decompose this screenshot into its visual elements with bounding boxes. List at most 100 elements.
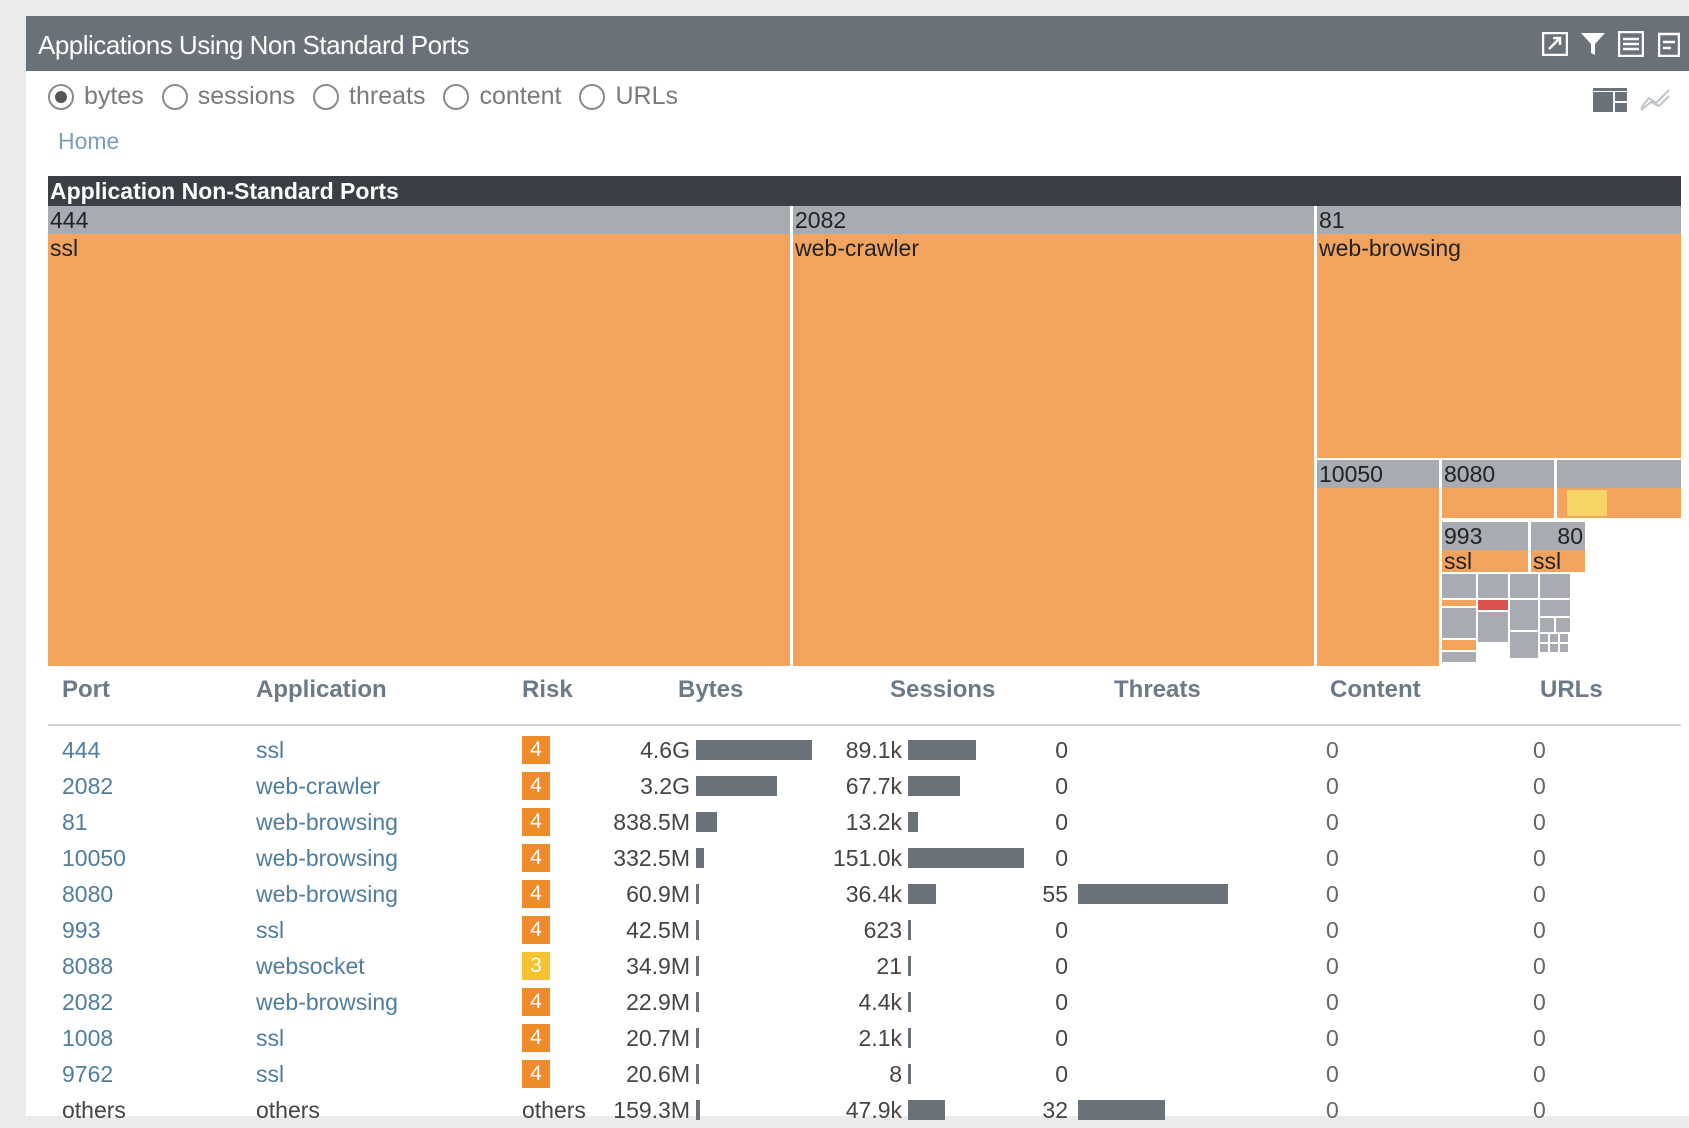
export-icon[interactable] [1655,30,1683,58]
column-header-bytes[interactable]: Bytes [678,676,743,704]
risk-badge: 4 [522,988,550,1016]
table-row[interactable]: 2082 web-browsing 4 22.9M 4.4k 0 0 0 [48,984,1681,1020]
sessions-value: 67.7k [845,773,902,799]
table-row[interactable]: 8088 websocket 3 34.9M 21 0 0 0 [48,948,1681,984]
sessions-bar [908,812,919,832]
port-link[interactable]: 10050 [62,840,126,876]
application-link[interactable]: ssl [256,732,284,768]
treemap-app-80-ssl[interactable]: ssl [1531,550,1585,572]
table-row[interactable]: 81 web-browsing 4 838.5M 13.2k 0 0 0 [48,804,1681,840]
column-header-threats[interactable]: Threats [1114,676,1201,704]
content-value: 0 [1326,1097,1339,1123]
port-link[interactable]: 8088 [62,948,113,984]
risk-badge: 4 [522,916,550,944]
table-row[interactable]: 8080 web-browsing 4 60.9M 36.4k 55 0 0 [48,876,1681,912]
port-link[interactable]: 81 [62,804,88,840]
table-row[interactable]: others others others 159.3M 47.9k 32 0 0 [48,1092,1681,1128]
application-link[interactable]: web-browsing [256,876,398,912]
treemap-app-web-crawler[interactable]: web-crawler [793,234,1314,666]
radio-threats[interactable]: threats [313,82,425,111]
treemap-port-8080[interactable]: 8080 [1442,460,1554,488]
treemap-view-icon[interactable] [1593,88,1627,117]
sessions-bar [908,848,1024,868]
radio-button-icon[interactable] [579,83,606,110]
bytes-bar [696,956,699,976]
column-header-sessions[interactable]: Sessions [890,676,995,704]
treemap-app-small-yellow[interactable] [1567,490,1607,516]
application-link[interactable]: web-crawler [256,768,380,804]
application-link[interactable]: websocket [256,948,365,984]
threats-value: 32 [1042,1097,1068,1123]
radio-label: URLs [615,82,678,110]
table-row[interactable]: 2082 web-crawler 4 3.2G 67.7k 0 0 0 [48,768,1681,804]
radio-bytes[interactable]: bytes [48,82,144,111]
threats-bar [1078,884,1228,904]
treemap-app-993-ssl[interactable]: ssl [1442,550,1528,572]
filter-icon[interactable] [1579,30,1607,58]
treemap-chart: Application Non-Standard Ports 444 ssl 2… [48,176,1681,666]
radio-sessions[interactable]: sessions [161,82,295,111]
header-divider [48,724,1681,726]
application-link[interactable]: ssl [256,1020,284,1056]
urls-value: 0 [1533,809,1546,835]
treemap-port-444[interactable]: 444 [48,206,790,234]
column-header-port[interactable]: Port [62,676,110,704]
metric-radio-group: bytes sessions threats content URLs [48,82,696,111]
expand-icon[interactable] [1541,30,1569,58]
column-header-content[interactable]: Content [1330,676,1421,704]
line-chart-view-icon[interactable] [1639,88,1671,117]
treemap-port-small[interactable] [1557,460,1681,488]
treemap-port-993[interactable]: 993 [1442,522,1528,550]
application-link[interactable]: ssl [256,912,284,948]
radio-content[interactable]: content [443,82,561,111]
radio-button-icon[interactable] [313,83,340,110]
application-link[interactable]: web-browsing [256,840,398,876]
sessions-bar [908,884,936,904]
table-row[interactable]: 444 ssl 4 4.6G 89.1k 0 0 0 [48,732,1681,768]
radio-urls[interactable]: URLs [579,82,678,111]
bytes-value: 22.9M [626,989,690,1015]
treemap-port-80[interactable]: 80 [1531,522,1585,550]
column-header-urls[interactable]: URLs [1540,676,1603,704]
radio-button-icon[interactable] [161,83,188,110]
breadcrumb-home[interactable]: Home [58,128,119,155]
radio-label: threats [349,82,426,110]
port-link[interactable]: 8080 [62,876,113,912]
threats-value: 0 [1055,989,1068,1015]
treemap-port-81[interactable]: 81 [1317,206,1681,234]
treemap-port-10050[interactable]: 10050 [1317,460,1439,488]
port-link[interactable]: 9762 [62,1056,113,1092]
table-row[interactable]: 9762 ssl 4 20.6M 8 0 0 0 [48,1056,1681,1092]
table-row[interactable]: 993 ssl 4 42.5M 623 0 0 0 [48,912,1681,948]
application-link[interactable]: web-browsing [256,804,398,840]
application-link[interactable]: ssl [256,1056,284,1092]
port-link[interactable]: 2082 [62,768,113,804]
port-link[interactable]: 2082 [62,984,113,1020]
risk-badge: 4 [522,808,550,836]
content-value: 0 [1326,773,1339,799]
list-icon[interactable] [1617,30,1645,58]
risk-badge: 3 [522,952,550,980]
sessions-bar [908,740,977,760]
port-link[interactable]: 1008 [62,1020,113,1056]
radio-button-icon[interactable] [443,83,470,110]
content-value: 0 [1326,845,1339,871]
content-value: 0 [1326,881,1339,907]
treemap-app-8080[interactable] [1442,488,1554,518]
treemap-small-blocks[interactable] [1442,572,1582,666]
column-header-application[interactable]: Application [256,676,387,704]
treemap-port-2082[interactable]: 2082 [793,206,1314,234]
port-link[interactable]: 993 [62,912,100,948]
treemap-app-web-browsing[interactable]: web-browsing [1317,234,1681,458]
table-row[interactable]: 10050 web-browsing 4 332.5M 151.0k 0 0 0 [48,840,1681,876]
widget-title: Applications Using Non Standard Ports [38,30,469,60]
treemap-app-ssl[interactable]: ssl [48,234,790,666]
urls-value: 0 [1533,989,1546,1015]
treemap-app-10050[interactable] [1317,488,1439,666]
table-row[interactable]: 1008 ssl 4 20.7M 2.1k 0 0 0 [48,1020,1681,1056]
column-header-risk[interactable]: Risk [522,676,573,704]
radio-button-icon[interactable] [48,83,74,110]
urls-value: 0 [1533,1097,1546,1123]
application-link[interactable]: web-browsing [256,984,398,1020]
port-link[interactable]: 444 [62,732,100,768]
